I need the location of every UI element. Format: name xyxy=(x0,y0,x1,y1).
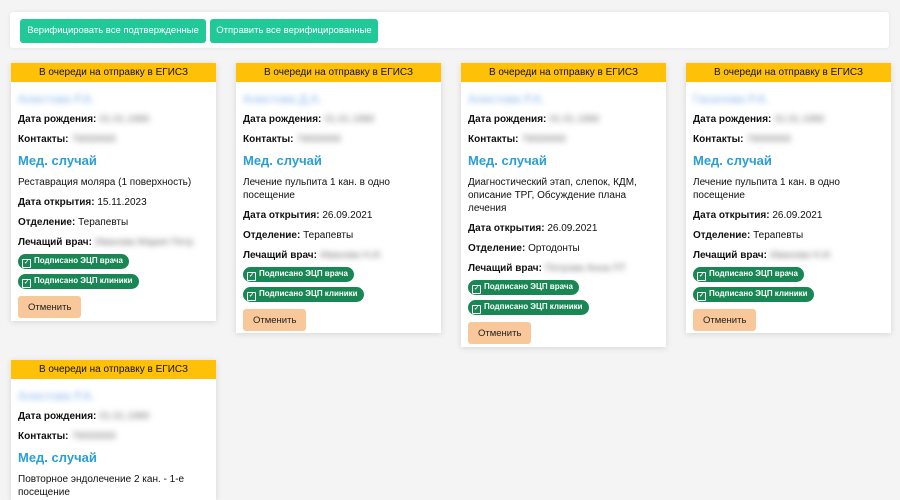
check-icon: ✓ xyxy=(247,292,256,302)
doctor-row: Лечащий врач: Иванова Н.И. xyxy=(693,250,833,262)
check-icon: ✓ xyxy=(697,272,706,282)
contacts-row: Контакты: 79000000 xyxy=(468,134,566,146)
open-date-row: Дата открытия: 15.11.2023 xyxy=(18,197,147,209)
card-status-header: В очереди на отправку в ЕГИСЗ xyxy=(686,63,891,82)
contacts-row: Контакты: 79000000 xyxy=(18,134,116,146)
patient-name: Алистова Р.А. xyxy=(18,388,95,403)
check-icon: ✓ xyxy=(472,305,481,315)
doctor-row: Лечащий врач: Иванова Н.И. xyxy=(243,250,383,262)
check-icon: ✓ xyxy=(22,259,31,269)
department-row: Отделение: Ортодонты xyxy=(468,243,580,255)
cancel-button[interactable]: Отменить xyxy=(693,309,757,332)
check-icon: ✓ xyxy=(247,272,256,282)
med-case-link[interactable]: Мед. случай xyxy=(18,450,209,466)
signed-doctor-badge: ✓ Подписано ЭЦП врача xyxy=(468,280,579,296)
card-status-header: В очереди на отправку в ЕГИСЗ xyxy=(11,360,216,379)
card-status-header: В очереди на отправку в ЕГИСЗ xyxy=(11,63,216,82)
signed-doctor-badge: ✓ Подписано ЭЦП врача xyxy=(18,254,129,270)
patient-card: В очереди на отправку в ЕГИСЗ Алистова Р… xyxy=(11,63,216,321)
birth-date-row: Дата рождения: 01.01.1990 xyxy=(18,114,150,126)
birth-date-row: Дата рождения: 01.01.1990 xyxy=(18,411,150,423)
department-row: Отделение: Терапевты xyxy=(18,217,129,229)
birth-date-row: Дата рождения: 01.01.1990 xyxy=(693,114,825,126)
doctor-row: Лечащий врач: Петрова Анна ПТ xyxy=(468,263,626,275)
patient-name: Гасилова Р.А. xyxy=(693,91,769,106)
open-date-row: Дата открытия: 26.09.2021 xyxy=(243,210,373,222)
contacts-row: Контакты: 79000000 xyxy=(243,134,341,146)
open-date-row: Дата открытия: 26.09.2021 xyxy=(693,210,823,222)
cancel-button[interactable]: Отменить xyxy=(243,309,307,332)
med-case-link[interactable]: Мед. случай xyxy=(18,153,209,169)
card-status-header: В очереди на отправку в ЕГИСЗ xyxy=(461,63,666,82)
send-all-button[interactable]: Отправить все верифицированные xyxy=(210,19,378,43)
department-row: Отделение: Терапевты xyxy=(693,230,804,242)
procedure-text: Реставрация моляра (1 поверхность) xyxy=(18,177,192,189)
birth-date-row: Дата рождения: 01.01.1990 xyxy=(468,114,600,126)
open-date-row: Дата открытия: 26.09.2021 xyxy=(468,223,598,235)
signed-doctor-badge: ✓ Подписано ЭЦП врача xyxy=(693,267,804,283)
toolbar: Верифицировать все подтвержденные Отправ… xyxy=(10,12,889,48)
check-icon: ✓ xyxy=(697,292,706,302)
patient-card: В очереди на отправку в ЕГИСЗ Алистова Р… xyxy=(461,63,666,347)
patient-name: Алистова Р.А. xyxy=(468,91,545,106)
card-status-header: В очереди на отправку в ЕГИСЗ xyxy=(236,63,441,82)
med-case-link[interactable]: Мед. случай xyxy=(243,153,434,169)
verify-all-button[interactable]: Верифицировать все подтвержденные xyxy=(20,19,206,43)
procedure-text: Повторное эндолечение 2 кан. - 1-е посещ… xyxy=(18,474,185,499)
patient-name: Алистова Д.А. xyxy=(243,91,322,106)
check-icon: ✓ xyxy=(22,279,31,289)
cancel-button[interactable]: Отменить xyxy=(18,296,82,319)
contacts-row: Контакты: 79000000 xyxy=(693,134,791,146)
birth-date-row: Дата рождения: 01.01.1990 xyxy=(243,114,375,126)
patient-card: В очереди на отправку в ЕГИСЗ Гасилова Р… xyxy=(686,63,891,333)
med-case-link[interactable]: Мед. случай xyxy=(693,153,884,169)
signed-clinic-badge: ✓ Подписано ЭЦП клиники xyxy=(693,287,814,303)
patient-card: В очереди на отправку в ЕГИСЗ Алистова Д… xyxy=(236,63,441,333)
patient-card: В очереди на отправку в ЕГИСЗ Алистова Р… xyxy=(11,360,216,500)
patient-name: Алистова Р.А. xyxy=(18,91,95,106)
department-row: Отделение: Терапевты xyxy=(243,230,354,242)
procedure-text: Лечение пульпита 1 кан. в одно посещение xyxy=(243,177,390,202)
signed-clinic-badge: ✓ Подписано ЭЦП клиники xyxy=(243,287,364,303)
check-icon: ✓ xyxy=(472,285,481,295)
signed-clinic-badge: ✓ Подписано ЭЦП клиники xyxy=(18,274,139,290)
signed-doctor-badge: ✓ Подписано ЭЦП врача xyxy=(243,267,354,283)
procedure-text: Диагностический этап, слепок, КДМ, описа… xyxy=(468,177,637,215)
contacts-row: Контакты: 79000000 xyxy=(18,431,116,443)
signed-clinic-badge: ✓ Подписано ЭЦП клиники xyxy=(468,300,589,316)
med-case-link[interactable]: Мед. случай xyxy=(468,153,659,169)
cancel-button[interactable]: Отменить xyxy=(468,322,532,345)
doctor-row: Лечащий врач: Иванова Мария Петр xyxy=(18,237,194,249)
procedure-text: Лечение пульпита 1 кан. в одно посещение xyxy=(693,177,840,202)
